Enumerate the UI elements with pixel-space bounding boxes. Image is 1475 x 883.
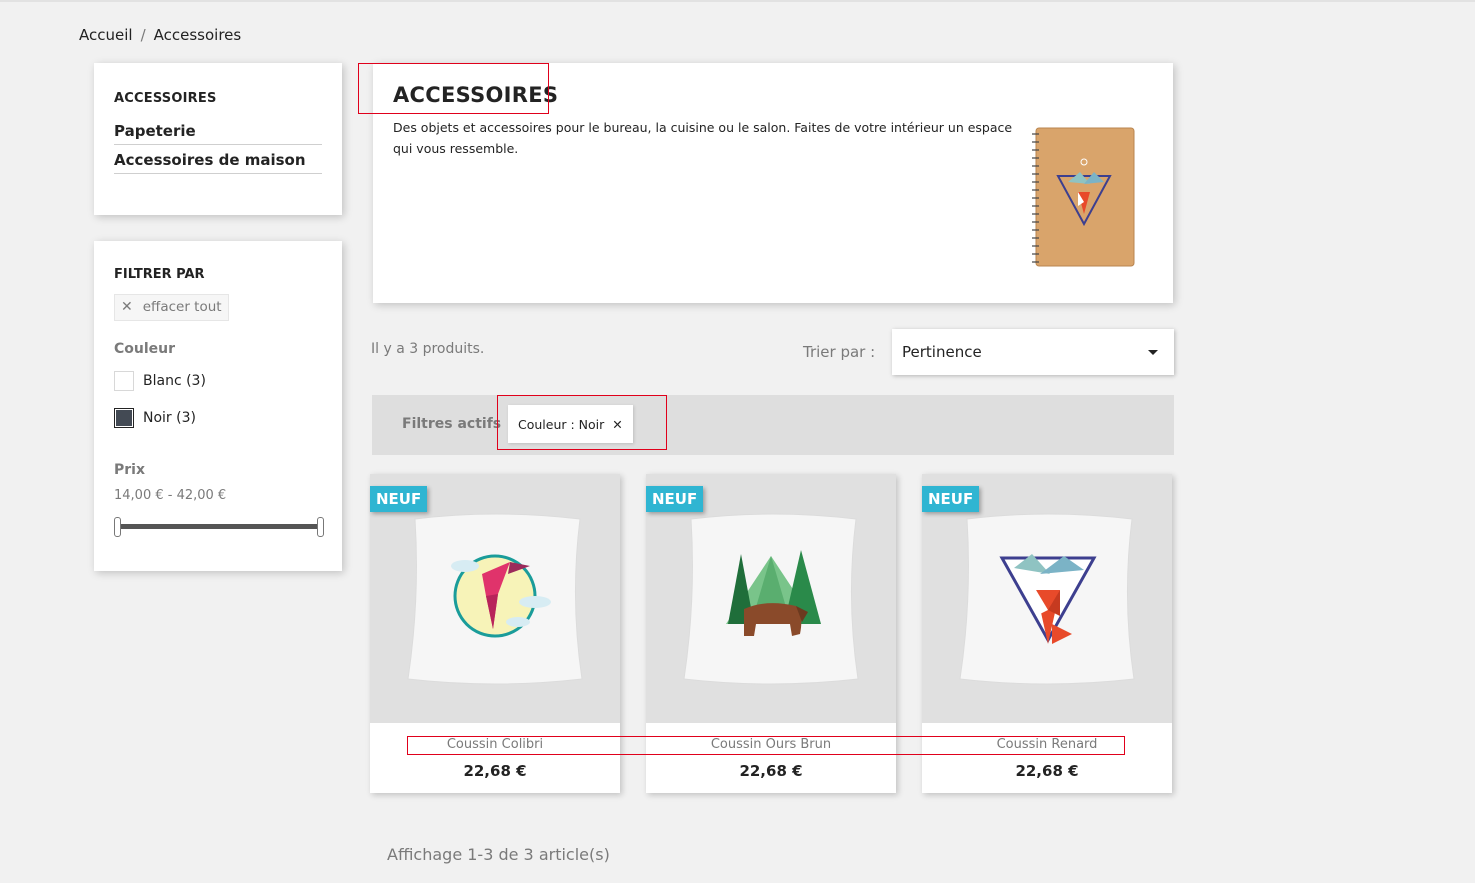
close-icon: ✕ (121, 299, 133, 315)
category-item-papeterie[interactable]: Papeterie (114, 116, 322, 145)
product-card-colibri[interactable]: NEUF Coussin Colibri 22,68 € (370, 474, 620, 793)
category-header: ACCESSOIRES Des objets et accessoires po… (373, 63, 1173, 303)
filter-panel: FILTRER PAR ✕ effacer tout Couleur Blanc… (94, 241, 342, 571)
breadcrumb-separator: / (140, 26, 146, 44)
filter-title: FILTRER PAR (114, 267, 205, 282)
active-filters-label: Filtres actifs (402, 416, 502, 432)
active-filter-chip-label: Couleur : Noir (518, 416, 605, 432)
category-image (1032, 127, 1135, 267)
new-badge: NEUF (646, 486, 704, 512)
product-name[interactable]: Coussin Ours Brun (646, 737, 896, 752)
facet-option-blanc[interactable]: Blanc (3) (114, 371, 322, 391)
product-price: 22,68 € (463, 762, 527, 780)
sort-value: Pertinence (902, 343, 982, 361)
new-badge: NEUF (922, 486, 980, 512)
sort-dropdown[interactable]: Pertinence (892, 329, 1174, 375)
close-icon[interactable]: ✕ (612, 417, 622, 432)
product-price: 22,68 € (1015, 762, 1079, 780)
active-filters-bar: Filtres actifs (372, 395, 1174, 455)
clear-all-button[interactable]: ✕ effacer tout (114, 294, 229, 321)
facet-option-label: Noir (3) (143, 410, 196, 426)
sort-label: Trier par : (803, 343, 876, 361)
category-item-accessoires-maison[interactable]: Accessoires de maison (114, 145, 322, 174)
caret-down-icon (1148, 349, 1158, 355)
price-slider[interactable] (114, 517, 324, 537)
facet-title-color: Couleur (114, 341, 176, 357)
product-count: Il y a 3 produits. (371, 341, 485, 357)
product-name[interactable]: Coussin Renard (922, 737, 1172, 752)
active-filter-chip[interactable]: Couleur : Noir ✕ (508, 405, 633, 443)
facet-option-noir[interactable]: Noir (3) (114, 408, 322, 428)
breadcrumb: Accueil / Accessoires (79, 26, 241, 44)
price-slider-track (116, 524, 322, 529)
color-swatch-white[interactable] (114, 371, 134, 391)
pagination-summary: Affichage 1-3 de 3 article(s) (387, 845, 610, 864)
page-title: ACCESSOIRES (393, 83, 559, 107)
price-slider-max-handle[interactable] (317, 517, 324, 537)
product-card-ours-brun[interactable]: NEUF Coussin Ours Brun 22,68 € (646, 474, 896, 793)
product-price: 22,68 € (739, 762, 803, 780)
category-tree-title[interactable]: ACCESSOIRES (114, 91, 322, 106)
clear-all-label: effacer tout (142, 299, 222, 315)
breadcrumb-current[interactable]: Accessoires (154, 26, 242, 44)
breadcrumb-home[interactable]: Accueil (79, 26, 133, 44)
product-name[interactable]: Coussin Colibri (370, 737, 620, 752)
product-card-renard[interactable]: NEUF Coussin Renard 22,68 € (922, 474, 1172, 793)
color-swatch-black[interactable] (114, 408, 134, 428)
price-range-value: 14,00 € - 42,00 € (114, 488, 227, 503)
price-slider-min-handle[interactable] (114, 517, 121, 537)
category-tree: ACCESSOIRES Papeterie Accessoires de mai… (94, 63, 342, 215)
facet-option-label: Blanc (3) (143, 373, 206, 389)
new-badge: NEUF (370, 486, 428, 512)
category-description: Des objets et accessoires pour le bureau… (393, 120, 1013, 156)
facet-title-price: Prix (114, 462, 145, 478)
